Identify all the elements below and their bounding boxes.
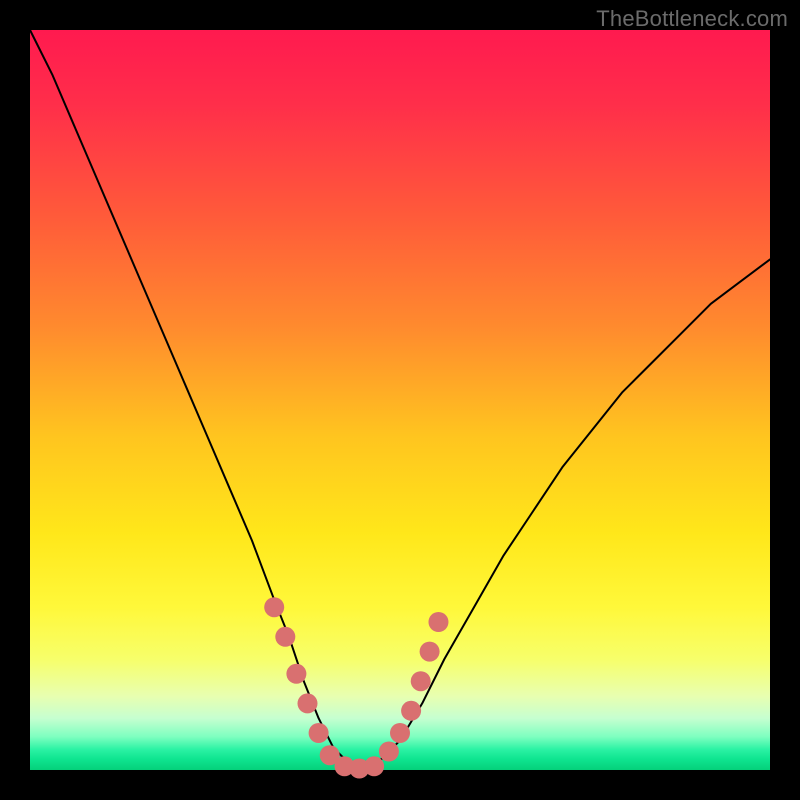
highlight-dot — [401, 701, 421, 721]
highlight-dot — [264, 597, 284, 617]
bottleneck-chart — [0, 0, 800, 800]
highlight-dot — [298, 693, 318, 713]
chart-stage: TheBottleneck.com — [0, 0, 800, 800]
highlight-dot — [286, 664, 306, 684]
highlight-dot — [428, 612, 448, 632]
highlight-dot — [364, 756, 384, 776]
highlight-dot — [390, 723, 410, 743]
highlight-dot — [275, 627, 295, 647]
highlight-dot — [411, 671, 431, 691]
highlight-dot — [420, 642, 440, 662]
plot-background — [30, 30, 770, 770]
watermark-text: TheBottleneck.com — [596, 6, 788, 32]
highlight-dot — [379, 742, 399, 762]
highlight-dot — [309, 723, 329, 743]
